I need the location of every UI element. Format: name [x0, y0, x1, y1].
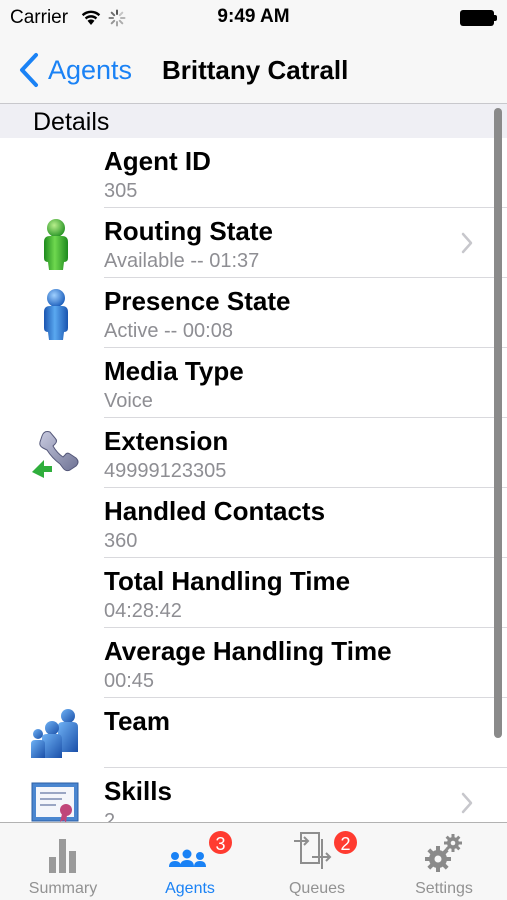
list-item-value: 2: [104, 810, 116, 822]
list-item-value: 360: [104, 530, 138, 552]
queues-badge: 2: [332, 829, 359, 856]
list-item-average-handling-time: Average Handling Time 00:45: [0, 628, 507, 698]
chevron-right-icon: [461, 232, 473, 254]
scroll-indicator[interactable]: [494, 108, 502, 738]
list-item-title: Presence State: [104, 286, 291, 316]
chevron-left-icon: [20, 53, 38, 87]
list-item-routing-state[interactable]: Routing State Available -- 01:37: [0, 208, 507, 278]
list-item-total-handling-time: Total Handling Time 04:28:42: [0, 558, 507, 628]
back-button[interactable]: Agents: [18, 52, 132, 88]
status-bar: Carrier 9:49 AM: [0, 0, 507, 36]
phone-handset-icon: [32, 431, 79, 478]
list-item-title: Handled Contacts: [104, 496, 326, 526]
list-item-value: 305: [104, 180, 138, 202]
details-list[interactable]: Agent ID 305 Routing State Available -- …: [0, 138, 507, 822]
list-item-title: Media Type: [104, 356, 244, 386]
list-item-value: Active -- 00:08: [104, 320, 233, 342]
tab-label: Queues: [288, 880, 346, 897]
back-button-label: Agents: [48, 54, 133, 85]
list-item-extension: Extension 49999123305: [0, 418, 507, 488]
list-item-team: Team: [0, 698, 507, 768]
list-item-title: Routing State: [104, 216, 273, 246]
list-item-title: Extension: [104, 426, 229, 456]
green-person-icon: [44, 219, 68, 270]
tab-queues[interactable]: 2 Queues: [254, 823, 380, 900]
list-item-value: Available -- 01:37: [104, 250, 260, 272]
tab-label: Settings: [415, 880, 473, 897]
tab-settings[interactable]: Settings: [381, 823, 507, 900]
list-item-value: 04:28:42: [104, 600, 182, 622]
list-item-title: Team: [104, 706, 170, 736]
list-item-value: 00:45: [104, 670, 155, 692]
team-icon: [31, 709, 78, 758]
tab-agents[interactable]: 3 Agents: [127, 823, 253, 900]
section-header-label: Details: [33, 108, 110, 136]
certificate-icon: [31, 782, 79, 822]
tab-bar: Summary 3 Agents 2 Queues Settings: [0, 822, 507, 900]
section-header-details: Details: [0, 104, 507, 138]
tab-label: Summary: [28, 880, 98, 897]
chevron-right-icon: [461, 792, 473, 814]
list-item-handled-contacts: Handled Contacts 360: [0, 488, 507, 558]
bar-chart-icon: [49, 839, 76, 873]
tab-label: Agents: [165, 880, 215, 897]
list-item-agent-id: Agent ID 305: [0, 138, 507, 208]
tab-summary[interactable]: Summary: [0, 823, 126, 900]
list-item-media-type: Media Type Voice: [0, 348, 507, 418]
agents-badge: 3: [207, 829, 234, 856]
blue-person-icon: [44, 289, 68, 340]
navigation-bar: Agents Brittany Catrall: [0, 36, 507, 104]
battery-icon: [460, 10, 497, 26]
status-time: 9:49 AM: [217, 6, 290, 27]
list-item-title: Average Handling Time: [104, 636, 392, 666]
list-item-title: Total Handling Time: [104, 566, 351, 596]
list-item-title: Skills: [104, 776, 172, 806]
list-item-value: Voice: [104, 390, 153, 412]
list-item-value: 49999123305: [104, 460, 227, 482]
page-title: Brittany Catrall: [162, 55, 349, 85]
list-item-presence-state: Presence State Active -- 00:08: [0, 278, 507, 348]
list-item-title: Agent ID: [104, 146, 211, 176]
list-item-skills[interactable]: Skills 2: [0, 768, 507, 822]
gears-icon: [425, 834, 462, 872]
